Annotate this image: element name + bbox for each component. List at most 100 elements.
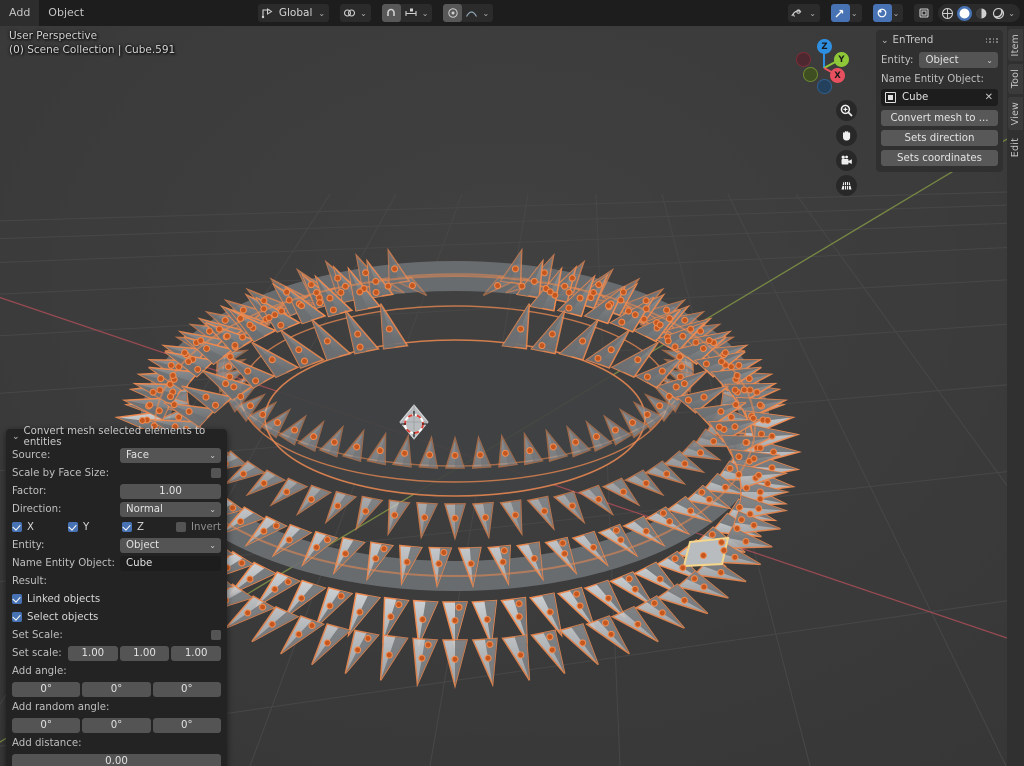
sidebar-tab-edit[interactable]: Edit [1008, 133, 1023, 162]
chevron-down-icon[interactable]: ⌄ [1007, 9, 1019, 18]
chevron-down-icon[interactable]: ⌄ [881, 36, 889, 46]
3d-viewport[interactable]: User Perspective (0) Scene Collection | … [0, 26, 1007, 766]
sidebar-tab-view[interactable]: View [1008, 97, 1023, 130]
chevron-down-icon[interactable]: ⌄ [892, 9, 904, 18]
linked-objects-checkbox[interactable] [12, 594, 22, 604]
menu-add[interactable]: Add [0, 0, 39, 26]
set-scale-toggle-checkbox[interactable] [211, 630, 221, 640]
source-dropdown[interactable]: Face ⌄ [120, 448, 221, 463]
set-scale-row[interactable]: Set scale: 1.00 1.00 1.00 [12, 645, 221, 661]
set-scale-y-field[interactable]: 1.00 [120, 646, 170, 661]
convert-mesh-to-button[interactable]: Convert mesh to ... [881, 110, 998, 126]
chevron-down-icon[interactable]: ⌄ [421, 9, 433, 18]
add-random-angle-row[interactable]: 0° 0° 0° [12, 717, 221, 733]
add-random-angle-x-field[interactable]: 0° [12, 718, 80, 733]
sidebar-entity-row[interactable]: Entity: Object ⌄ [881, 52, 998, 68]
gizmo-z-negative[interactable] [817, 79, 832, 94]
snap-magnet-icon[interactable] [382, 4, 401, 22]
shading-rendered-icon[interactable] [991, 6, 1006, 21]
direction-row[interactable]: Direction: Normal ⌄ [12, 501, 221, 517]
shading-material-preview-icon[interactable] [974, 6, 989, 21]
entity-dropdown[interactable]: Object ⌄ [120, 538, 221, 553]
scale-by-face-size-checkbox[interactable] [211, 468, 221, 478]
add-angle-x-field[interactable]: 0° [12, 682, 80, 697]
xray-toggle-icon[interactable] [914, 4, 933, 22]
menu-object[interactable]: Object [39, 0, 93, 26]
sidebar-tab-item[interactable]: Item [1008, 29, 1023, 61]
invert-checkbox-group[interactable]: Invert [176, 522, 221, 533]
chevron-down-icon[interactable]: ⌄ [359, 9, 371, 18]
n-panel-sidebar[interactable]: ⌄ EnTrend Entity: Object ⌄ Name Entity O… [872, 26, 1007, 172]
falloff-curve-icon[interactable] [462, 4, 481, 22]
add-random-angle-z-field[interactable]: 0° [153, 718, 221, 733]
eye-visibility-icon[interactable] [788, 4, 808, 22]
add-angle-z-field[interactable]: 0° [153, 682, 221, 697]
add-distance-row[interactable]: 0.00 [12, 753, 221, 766]
select-objects-checkbox[interactable] [12, 612, 22, 622]
gizmo-y-negative[interactable] [803, 67, 818, 82]
chevron-down-icon[interactable]: ⌄ [317, 9, 329, 18]
axis-z-checkbox[interactable] [122, 522, 132, 532]
arrow-select-icon[interactable] [831, 4, 850, 22]
toggle-perspective-grid-icon[interactable] [836, 175, 857, 196]
chevron-down-icon[interactable]: ⌄ [12, 432, 20, 442]
shading-solid-icon[interactable] [957, 6, 972, 21]
sidebar-tab-tool[interactable]: Tool [1008, 64, 1023, 93]
sets-direction-button[interactable]: Sets direction [881, 130, 998, 146]
chevron-down-icon[interactable]: ⌄ [850, 9, 862, 18]
gizmo-y-positive[interactable]: Y [834, 52, 849, 67]
proportional-edit-group[interactable]: ⌄ [443, 4, 493, 22]
add-distance-field[interactable]: 0.00 [12, 754, 221, 766]
axis-checkbox-row[interactable]: X Y Z Invert [12, 519, 221, 535]
transform-orientation-group[interactable]: Global ⌄ [258, 4, 329, 22]
shading-wireframe-icon[interactable] [940, 6, 955, 21]
invert-checkbox[interactable] [176, 522, 186, 532]
axis-x-checkbox[interactable] [12, 522, 22, 532]
shading-mode-group[interactable]: ⌄ [938, 4, 1020, 22]
set-scale-x-field[interactable]: 1.00 [68, 646, 118, 661]
axis-z-checkbox-group[interactable]: Z [122, 522, 176, 533]
pan-hand-icon[interactable] [836, 125, 857, 146]
gizmo-x-negative[interactable] [796, 52, 811, 67]
direction-dropdown[interactable]: Normal ⌄ [120, 502, 221, 517]
add-angle-y-field[interactable]: 0° [82, 682, 150, 697]
orientation-value[interactable]: Global [277, 7, 318, 19]
set-scale-toggle-row[interactable]: Set Scale: [12, 627, 221, 643]
snap-group[interactable]: ⌄ [382, 4, 433, 22]
zoom-icon[interactable] [836, 100, 857, 121]
linked-objects-row[interactable]: Linked objects [12, 591, 221, 607]
sidebar-name-entity-object-input[interactable]: Cube ✕ [881, 89, 998, 106]
xray-group[interactable] [914, 4, 933, 22]
selectability-group[interactable]: ⌄ [831, 4, 862, 22]
chevron-down-icon[interactable]: ⌄ [808, 9, 820, 18]
operator-redo-panel[interactable]: ⌄ Convert mesh selected elements to enti… [6, 429, 227, 766]
snap-toggle-icon[interactable] [873, 4, 892, 22]
add-random-angle-y-field[interactable]: 0° [82, 718, 150, 733]
axis-y-checkbox-group[interactable]: Y [68, 522, 122, 533]
sidebar-tab-strip[interactable]: Item Tool View Edit [1007, 26, 1024, 766]
object-visibility-group[interactable]: ⌄ [788, 4, 820, 22]
close-icon[interactable]: ✕ [985, 92, 993, 103]
name-entity-object-input[interactable]: Cube [120, 556, 221, 571]
gizmo-z-positive[interactable]: Z [817, 39, 832, 54]
set-scale-z-field[interactable]: 1.00 [171, 646, 221, 661]
entrend-panel[interactable]: ⌄ EnTrend Entity: Object ⌄ Name Entity O… [876, 30, 1003, 172]
select-objects-row[interactable]: Select objects [12, 609, 221, 625]
name-entity-object-row[interactable]: Name Entity Object: Cube [12, 555, 221, 571]
camera-view-icon[interactable] [836, 150, 857, 171]
gizmo-x-positive[interactable]: X [830, 68, 845, 83]
sets-coordinates-button[interactable]: Sets coordinates [881, 150, 998, 166]
add-angle-row[interactable]: 0° 0° 0° [12, 681, 221, 697]
navigation-gizmo[interactable]: Z Y X [793, 34, 855, 96]
factor-slider[interactable]: 1.00 [120, 484, 221, 499]
measure-icon[interactable] [401, 4, 421, 22]
factor-row[interactable]: Factor: 1.00 [12, 483, 221, 499]
drag-grip-icon[interactable] [986, 38, 999, 43]
snap-toggle-group[interactable]: ⌄ [873, 4, 904, 22]
entrend-panel-header[interactable]: ⌄ EnTrend [881, 33, 998, 48]
sidebar-entity-dropdown[interactable]: Object ⌄ [919, 52, 998, 68]
pivot-point-group[interactable]: ⌄ [340, 4, 371, 22]
proportional-edit-icon[interactable] [443, 4, 462, 22]
operator-panel-header[interactable]: ⌄ Convert mesh selected elements to enti… [6, 429, 227, 445]
entity-row[interactable]: Entity: Object ⌄ [12, 537, 221, 553]
